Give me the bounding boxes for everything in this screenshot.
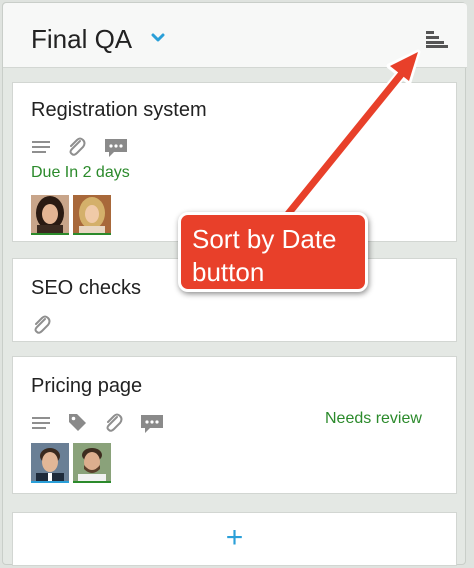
card-title: SEO checks [31,277,142,299]
card-title: Pricing page [31,375,143,397]
avatar [73,195,111,235]
avatar [31,195,69,235]
annotation-callout: Sort by Date button [178,212,368,292]
add-card-button[interactable]: + [12,512,457,566]
avatar [31,443,69,483]
annotation-line2: button [192,257,265,287]
comment-icon [105,139,127,157]
description-icon [32,141,50,153]
status-label: Needs review [325,410,422,427]
due-date-label: Due In 2 days [31,164,130,181]
paperclip-icon [34,315,51,334]
avatar [73,443,111,483]
paperclip-icon [69,137,86,156]
comment-icon [141,415,163,433]
column-header: Final QA [3,3,467,68]
chevron-down-icon[interactable] [150,33,166,43]
card-title: Registration system [31,99,207,121]
tag-icon [69,414,86,431]
sort-by-date-icon[interactable] [424,29,450,49]
annotation-line1: Sort by Date [192,224,337,254]
annotation-text: Sort by Date button [192,223,367,289]
plus-icon: + [225,521,244,554]
column-title: Final QA [31,24,133,54]
paperclip-icon [106,413,123,432]
description-icon [32,417,50,429]
card-pricing-page[interactable]: Pricing page Needs review [12,356,457,494]
